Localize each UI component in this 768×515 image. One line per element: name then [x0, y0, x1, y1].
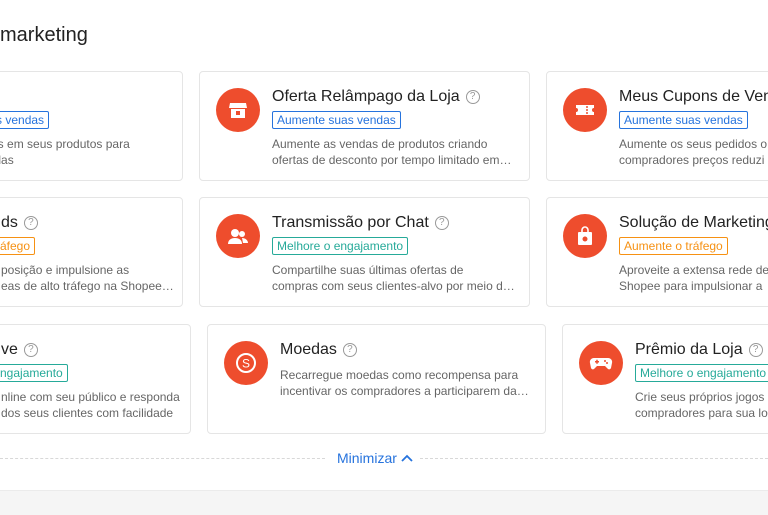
desc-line: compradores para sua lo [635, 406, 768, 420]
card-description: Aumente as vendas de produtos criando of… [272, 136, 517, 168]
desc-line: incentivar os compradores a participarem… [280, 384, 529, 398]
card-title: Transmissão por Chat [272, 214, 429, 231]
desc-line: Aumente as vendas de produtos criando [272, 137, 488, 151]
minimize-button[interactable]: Minimizar [337, 450, 413, 466]
badge: ngajamento [0, 364, 68, 382]
desc-line: utos em seus produtos para [0, 137, 130, 151]
card-partial-3[interactable]: ve ? ngajamento nline com seu público e … [0, 324, 191, 434]
card-title: ve [1, 341, 18, 358]
divider [0, 458, 325, 459]
users-icon [216, 214, 260, 258]
footer-bar [0, 490, 768, 515]
card-solucao-marketing[interactable]: Solução de Marketing Aumente o tráfego A… [546, 197, 768, 307]
card-title: Meus Cupons de Ven [619, 88, 768, 105]
chevron-up-icon [401, 454, 413, 462]
card-description: Crie seus próprios jogos compradores par… [635, 389, 768, 421]
desc-line: posição e impulsione as [1, 263, 130, 277]
help-icon[interactable]: ? [465, 90, 480, 104]
desc-line: compras com seus clientes-alvo por meio … [272, 279, 515, 293]
help-icon[interactable]: ? [748, 343, 763, 357]
help-icon[interactable]: ? [23, 343, 38, 357]
help-icon[interactable]: ? [434, 216, 449, 230]
desc-line: endas [0, 153, 14, 167]
title-row: Oferta Relâmpago da Loja ? [272, 88, 480, 106]
page-title: marketing [0, 24, 88, 46]
card-description: posição e impulsione as eas de alto tráf… [1, 262, 174, 294]
badge: Aumente o tráfego [619, 237, 728, 255]
card-title: Prêmio da Loja [635, 341, 743, 358]
badge: Aumente suas vendas [272, 111, 401, 129]
card-partial-2[interactable]: ds ? áfego posição e impulsione as eas d… [0, 197, 183, 307]
card-moedas[interactable]: S Moedas ? Recarregue moedas como recomp… [207, 324, 546, 434]
card-partial-1[interactable]: ? tos vendas utos em seus produtos para … [0, 71, 183, 181]
title-row: ve ? [1, 341, 38, 359]
desc-line: Recarregue moedas como recompensa para [280, 368, 519, 382]
card-title: ds [1, 214, 18, 231]
badge: tos vendas [0, 111, 50, 129]
desc-line: Aproveite a extensa rede de [619, 263, 768, 277]
store-icon [216, 88, 260, 132]
card-description: Compartilhe suas últimas ofertas de comp… [272, 262, 517, 294]
badge: Melhore o engajamento [635, 364, 768, 382]
card-title: Solução de Marketing [619, 214, 768, 231]
svg-text:S: S [242, 357, 250, 371]
card-meus-cupons[interactable]: Meus Cupons de Ven Aumente suas vendas A… [546, 71, 768, 181]
desc-line: Shopee para impulsionar a [619, 279, 763, 293]
badge: Aumente suas vendas [619, 111, 748, 129]
card-description: Recarregue moedas como recompensa para i… [280, 367, 540, 399]
desc-line: eas de alto tráfego na Shopee… [1, 279, 174, 293]
coin-icon: S [224, 341, 268, 385]
desc-line: Compartilhe suas últimas ofertas de [272, 263, 464, 277]
card-description: utos em seus produtos para endas [0, 136, 130, 168]
card-title: Oferta Relâmpago da Loja [272, 88, 460, 105]
help-icon[interactable]: ? [23, 216, 38, 230]
card-description: Aproveite a extensa rede de Shopee para … [619, 262, 768, 294]
title-row: ds ? [1, 214, 38, 232]
card-description: nline com seu público e responda dos seu… [1, 389, 180, 421]
minimize-label: Minimizar [337, 450, 397, 466]
bag-icon [563, 214, 607, 258]
title-row: Transmissão por Chat ? [272, 214, 449, 232]
card-description: Aumente os seus pedidos o compradores pr… [619, 136, 767, 168]
title-row: Solução de Marketing [619, 214, 768, 232]
card-title: Moedas [280, 341, 337, 358]
desc-line: Aumente os seus pedidos o [619, 137, 768, 151]
desc-line: nline com seu público e responda [1, 390, 180, 404]
badge: áfego [0, 237, 36, 255]
desc-line: Crie seus próprios jogos [635, 390, 765, 404]
desc-line: compradores preços reduzi [619, 153, 765, 167]
desc-line: dos seus clientes com facilidade [1, 406, 174, 420]
card-oferta-relampago[interactable]: Oferta Relâmpago da Loja ? Aumente suas … [199, 71, 530, 181]
card-transmissao-chat[interactable]: Transmissão por Chat ? Melhore o engajam… [199, 197, 530, 307]
title-row: Moedas ? [280, 341, 357, 359]
divider [420, 458, 768, 459]
help-icon[interactable]: ? [342, 343, 357, 357]
card-premio-loja[interactable]: Prêmio da Loja ? Melhore o engajamento C… [562, 324, 768, 434]
gamepad-icon [579, 341, 623, 385]
title-row: Prêmio da Loja ? [635, 341, 763, 359]
desc-line: ofertas de desconto por tempo limitado e… [272, 153, 512, 167]
ticket-icon [563, 88, 607, 132]
title-row: Meus Cupons de Ven [619, 88, 768, 106]
badge: Melhore o engajamento [272, 237, 409, 255]
